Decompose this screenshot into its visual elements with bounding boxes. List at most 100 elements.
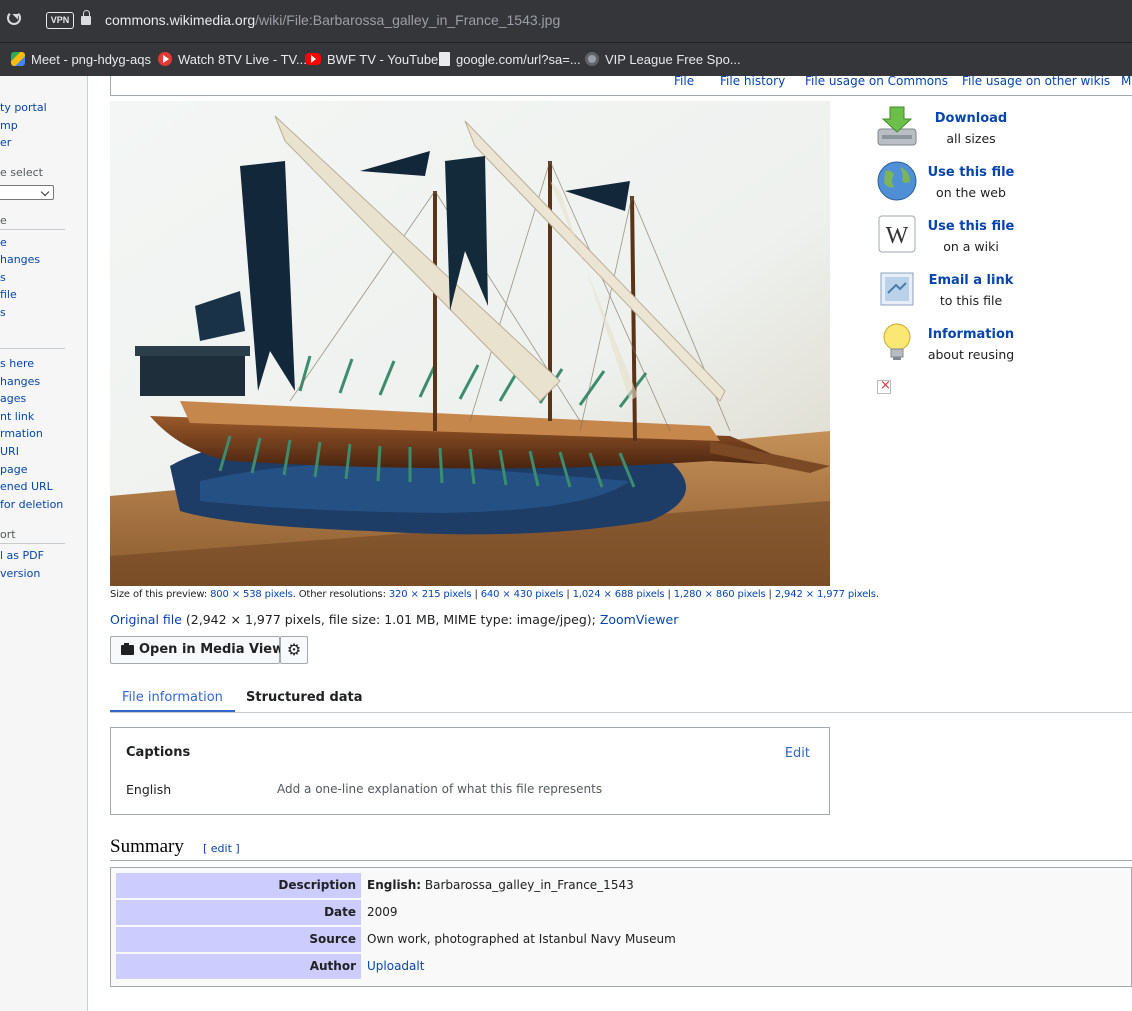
sidebar-item[interactable]: s — [0, 306, 6, 320]
download-action[interactable]: Download all sizes — [876, 105, 1026, 153]
sidebar-item[interactable]: URI — [0, 445, 19, 459]
email-icon — [880, 272, 914, 306]
information-subtitle: about reusing — [927, 347, 1015, 362]
sidebar-item[interactable]: mp — [0, 119, 18, 133]
caption-placeholder: Add a one-line explanation of what this … — [277, 782, 603, 796]
sidebar-item[interactable]: file — [0, 288, 17, 302]
resolution-link[interactable]: 1,024 × 688 pixels — [573, 589, 665, 600]
sidebar-heading: e select — [0, 166, 43, 179]
language-select[interactable] — [0, 185, 54, 200]
open-media-viewer-button[interactable]: Open in Media Viewer — [110, 636, 299, 664]
captions-title: Captions — [126, 745, 191, 760]
sidebar-item[interactable]: ages — [0, 392, 26, 406]
bookmark-vip-league[interactable]: VIP League Free Spo... — [585, 52, 741, 68]
tab-more[interactable]: Me — [1121, 74, 1132, 88]
file-preview-image[interactable] — [110, 101, 830, 586]
bookmark-google-url[interactable]: google.com/url?sa=... — [439, 52, 581, 68]
reload-icon[interactable] — [7, 11, 21, 25]
table-row: Author Uploadalt — [116, 954, 1132, 979]
row-label: Source — [116, 927, 361, 952]
information-table: Description English: Barbarossa_galley_i… — [110, 867, 1132, 987]
address-bar[interactable]: commons.wikimedia.org/wiki/File:Barbaros… — [105, 12, 560, 28]
broken-image-icon — [877, 378, 891, 394]
sidebar-item[interactable]: l as PDF — [0, 549, 44, 563]
sidebar-item[interactable]: ened URL — [0, 480, 53, 494]
email-link-action[interactable]: Email a link to this file — [876, 267, 1026, 315]
sidebar-item[interactable]: version — [0, 567, 40, 581]
media-viewer-settings-button[interactable]: ⚙ — [280, 636, 308, 664]
sidebar-item[interactable]: er — [0, 136, 11, 150]
author-link[interactable]: Uploadalt — [367, 959, 424, 973]
tab-structured-data[interactable]: Structured data — [246, 690, 363, 705]
bookmark-bwf-youtube[interactable]: BWF TV - YouTube — [305, 52, 438, 68]
email-link-title[interactable]: Email a link — [926, 273, 1016, 288]
sidebar-item[interactable]: hanges — [0, 253, 40, 267]
original-file-info: Original file (2,942 × 1,977 pixels, fil… — [110, 612, 679, 627]
galley-photo — [110, 101, 830, 586]
resolution-link[interactable]: 320 × 215 pixels — [389, 589, 472, 600]
bookmark-meet[interactable]: Meet - png-hdyg-aqs — [11, 52, 151, 68]
sidebar-divider — [0, 543, 65, 544]
row-label: Author — [116, 954, 361, 979]
caption-language: English — [126, 782, 172, 797]
bookmark-8tv[interactable]: Watch 8TV Live - TV... — [158, 52, 307, 68]
youtube-icon — [305, 53, 321, 65]
sidebar-heading: ort — [0, 528, 16, 541]
vpn-badge[interactable]: VPN — [46, 12, 74, 29]
tab-file-information[interactable]: File information — [110, 690, 235, 712]
lightbulb-icon — [883, 323, 911, 360]
tab-file-usage-other-wikis[interactable]: File usage on other wikis — [962, 74, 1110, 88]
use-on-wiki-subtitle: on a wiki — [943, 239, 999, 254]
captions-edit-link[interactable]: Edit — [785, 746, 810, 761]
meet-icon — [11, 52, 25, 66]
summary-heading: Summary [ edit ] — [110, 836, 1132, 861]
preview-resolutions: Size of this preview: 800 × 538 pixels. … — [110, 589, 879, 600]
sidebar-item[interactable]: s here — [0, 357, 34, 371]
bookmarks-bar: Meet - png-hdyg-aqs Watch 8TV Live - TV.… — [0, 42, 1132, 76]
use-on-web-action[interactable]: Use this file on the web — [876, 159, 1026, 207]
sidebar-item[interactable]: nt link — [0, 410, 34, 424]
svg-text:W: W — [886, 223, 909, 249]
download-icon — [877, 106, 917, 146]
sidebar-item[interactable]: ty portal — [0, 101, 47, 115]
sidebar-item[interactable]: s — [0, 271, 6, 285]
use-on-wiki-action[interactable]: W Use this file on a wiki — [876, 213, 1026, 261]
sidebar-item[interactable]: page — [0, 463, 27, 477]
use-on-web-title[interactable]: Use this file — [926, 165, 1016, 180]
download-title[interactable]: Download — [926, 111, 1016, 126]
resolution-link[interactable]: 1,280 × 860 pixels — [674, 589, 766, 600]
original-file-link[interactable]: Original file — [110, 612, 182, 627]
sidebar-item[interactable]: for deletion — [0, 498, 63, 512]
row-value: 2009 — [367, 905, 398, 919]
summary-edit-link[interactable]: [ edit ] — [203, 842, 240, 855]
sidebar-item[interactable]: e — [0, 236, 7, 250]
sidebar-heading: e — [0, 214, 7, 227]
sidebar-item[interactable]: hanges — [0, 375, 40, 389]
file-page-tabs: File File history File usage on Commons … — [110, 74, 1132, 96]
use-on-wiki-title[interactable]: Use this file — [926, 219, 1016, 234]
preview-size-link[interactable]: 800 × 538 pixels — [210, 589, 293, 600]
table-row: Description English: Barbarossa_galley_i… — [116, 873, 1132, 898]
sidebar-divider — [0, 229, 65, 230]
play-icon — [158, 52, 172, 66]
row-label: Description — [116, 873, 361, 898]
resolution-link[interactable]: 640 × 430 pixels — [481, 589, 564, 600]
tab-file[interactable]: File — [674, 74, 694, 88]
captions-panel: Captions Edit English Add a one-line exp… — [110, 727, 830, 815]
row-value: English: Barbarossa_galley_in_France_154… — [367, 878, 634, 892]
information-title[interactable]: Information — [926, 327, 1016, 342]
tab-file-history[interactable]: File history — [720, 74, 785, 88]
resolution-link[interactable]: 2,942 × 1,977 pixels — [775, 589, 876, 600]
zoomviewer-link[interactable]: ZoomViewer — [600, 612, 679, 627]
browser-toolbar: VPN commons.wikimedia.org/wiki/File:Barb… — [0, 0, 1132, 42]
sidebar-divider — [0, 348, 65, 349]
information-action[interactable]: Information about reusing — [876, 321, 1026, 369]
tab-file-usage-commons[interactable]: File usage on Commons — [805, 74, 948, 88]
wikipedia-icon: W — [878, 215, 916, 253]
sidebar-item[interactable]: rmation — [0, 427, 43, 441]
url-path: /wiki/File:Barbarossa_galley_in_France_1… — [255, 12, 561, 28]
row-value: Uploadalt — [367, 954, 424, 979]
url-domain: commons.wikimedia.org — [105, 12, 256, 28]
vip-icon — [585, 52, 599, 66]
lock-icon[interactable] — [81, 10, 91, 25]
